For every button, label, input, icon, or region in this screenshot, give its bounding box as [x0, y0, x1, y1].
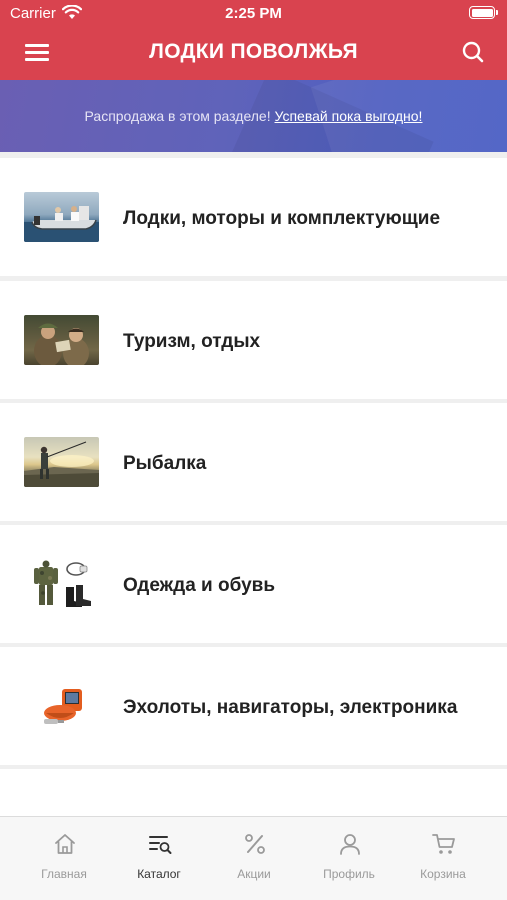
tab-label: Главная — [41, 867, 87, 881]
clock: 2:25 PM — [225, 5, 282, 22]
tab-cart[interactable]: Корзина — [395, 817, 491, 900]
promo-link[interactable]: Успевай пока выгодно! — [275, 108, 423, 124]
tab-promotions[interactable]: Акции — [206, 817, 302, 900]
battery-icon — [469, 6, 498, 19]
profile-icon — [340, 834, 360, 855]
promo-text: Распродажа в этом разделе! Успевай пока … — [0, 108, 507, 124]
category-tourism[interactable]: Туризм, отдых — [0, 281, 507, 399]
tourism-photo — [24, 315, 99, 365]
tab-profile[interactable]: Профиль — [301, 817, 397, 900]
clothing-photo — [24, 559, 99, 609]
cart-icon — [432, 834, 455, 854]
sonar-photo — [24, 681, 99, 731]
category-label: Эхолоты, навигаторы, электроника — [123, 697, 458, 718]
promo-banner: Распродажа в этом разделе! Успевай пока … — [0, 80, 507, 152]
tab-label: Акции — [237, 867, 271, 881]
home-icon — [55, 834, 75, 854]
category-clothing[interactable]: Одежда и обувь — [0, 525, 507, 643]
tab-catalog[interactable]: Каталог — [111, 817, 207, 900]
boat-photo — [24, 192, 99, 242]
category-label: Рыбалка — [123, 453, 207, 474]
app-title: ЛОДКИ ПОВОЛЖЬЯ — [149, 40, 358, 63]
app-header: Carrier 2:25 PM ЛОДКИ ПОВОЛЖЬЯ — [0, 0, 507, 80]
search-icon[interactable] — [459, 38, 487, 66]
catalog-icon — [149, 836, 172, 854]
status-bar: Carrier 2:25 PM — [0, 0, 507, 28]
percent-icon — [245, 834, 265, 854]
nav-bar: ЛОДКИ ПОВОЛЖЬЯ — [0, 28, 507, 80]
category-label: Одежда и обувь — [123, 575, 276, 596]
tab-bar: Главная Каталог Акции Профиль Корзина — [0, 816, 507, 900]
promo-message: Распродажа в этом разделе! — [84, 108, 275, 124]
tab-home[interactable]: Главная — [16, 817, 112, 900]
fishing-photo — [24, 437, 99, 487]
category-label: Туризм, отдых — [123, 331, 261, 352]
category-boats[interactable]: Лодки, моторы и комплектующие — [0, 158, 507, 276]
category-label: Лодки, моторы и комплектующие — [123, 208, 441, 229]
tab-label: Профиль — [323, 867, 375, 881]
tab-label: Корзина — [420, 867, 466, 881]
category-fishing[interactable]: Рыбалка — [0, 403, 507, 521]
tab-label: Каталог — [137, 867, 181, 881]
category-electronics[interactable]: Эхолоты, навигаторы, электроника — [0, 647, 507, 765]
